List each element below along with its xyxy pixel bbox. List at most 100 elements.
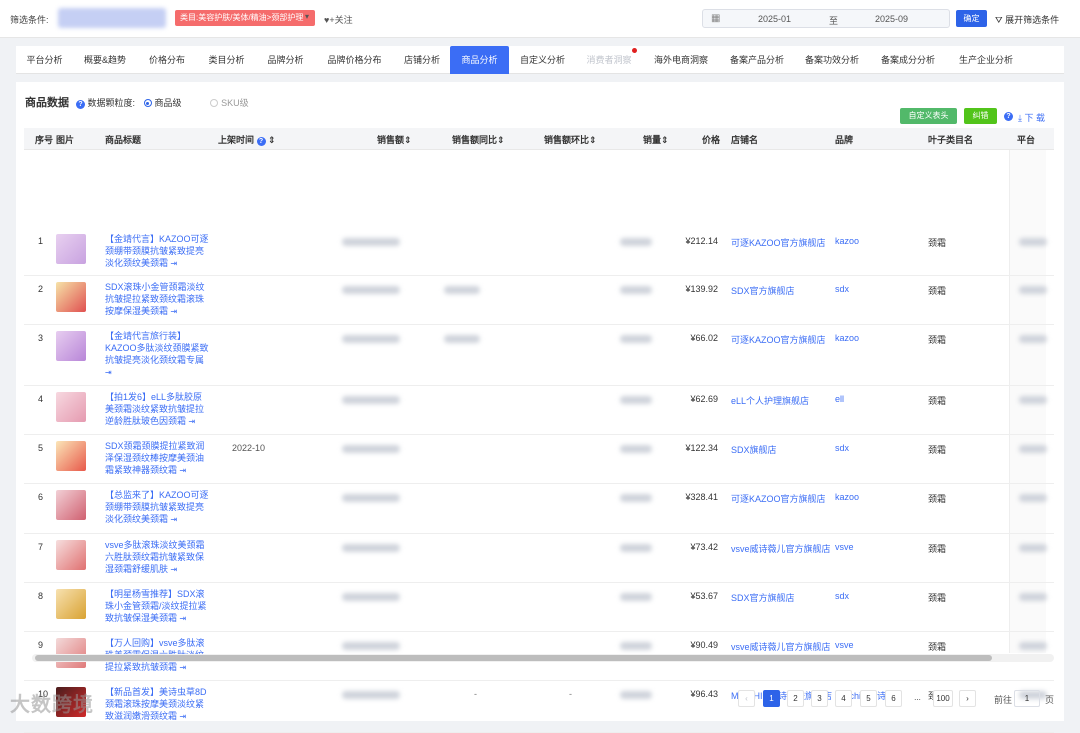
product-image[interactable] <box>56 331 86 361</box>
brand-link[interactable]: kazoo <box>835 492 859 502</box>
tab-platform[interactable]: 平台分析 <box>16 46 73 74</box>
tab-brand-price[interactable]: 品牌价格分布 <box>315 46 394 74</box>
tab-overseas[interactable]: 海外电商洞察 <box>642 46 720 74</box>
page-ellipsis[interactable]: ... <box>909 690 926 707</box>
col-brand: 品牌 <box>835 135 854 145</box>
external-link-icon[interactable]: ⇥ <box>180 712 187 721</box>
product-image[interactable] <box>56 282 86 312</box>
scrollbar-thumb[interactable] <box>35 655 992 661</box>
tab-manufacturer[interactable]: 生产企业分析 <box>946 46 1026 74</box>
leaf-category: 颈霜 <box>928 335 947 345</box>
error-report-button[interactable]: 纠错 <box>964 108 997 124</box>
shop-link[interactable]: vsve威诗薇儿官方旗舰店 <box>731 542 831 555</box>
download-button[interactable]: ⤓ 下 载 <box>1018 111 1045 124</box>
shop-link[interactable]: 可逐KAZOO官方旗舰店 <box>731 236 826 249</box>
external-link-icon[interactable]: ⇥ <box>171 565 178 574</box>
radio-sku-level[interactable]: SKU级 <box>210 98 249 108</box>
date-to[interactable]: 2025-09 <box>875 14 908 24</box>
external-link-icon[interactable]: ⇥ <box>180 466 187 475</box>
shop-link[interactable]: SDX旗舰店 <box>731 443 777 456</box>
external-link-icon[interactable]: ⇥ <box>171 515 178 524</box>
product-title-link[interactable]: 【金靖代言】KAZOO可逐颈绷带颈膜抗皱紧致提亮淡化颈纹美颈霜 ⇥ <box>105 233 209 270</box>
brand-link[interactable]: sdx <box>835 591 849 601</box>
product-image[interactable] <box>56 540 86 570</box>
col-yoy[interactable]: 销售额同比⇕ <box>452 133 505 146</box>
category-tag[interactable]: 类目:美容护肤/美体/精油>颈部护理 <box>175 10 315 26</box>
col-sales[interactable]: 销售额⇕ <box>377 133 412 146</box>
shop-link[interactable]: vsve威诗薇儿官方旗舰店 <box>731 640 831 653</box>
date-range-picker[interactable]: ▦ 2025-01 至 2025-09 <box>702 9 950 28</box>
tab-brand[interactable]: 品牌分析 <box>256 46 315 74</box>
volume-value-blurred <box>620 593 652 601</box>
col-ontime[interactable]: 上架时间 ? ⇕ <box>218 133 276 146</box>
leaf-category: 颈霜 <box>928 593 947 603</box>
product-title-link[interactable]: 【明星杨雪推荐】SDX滚珠小金管颈霜/淡纹提拉紧致抗皱保湿美颈霜 ⇥ <box>105 588 209 625</box>
product-image[interactable] <box>56 392 86 422</box>
next-page-button[interactable]: › <box>959 690 976 707</box>
brand-link[interactable]: vsve <box>835 542 854 552</box>
product-image[interactable] <box>56 589 86 619</box>
product-image[interactable] <box>56 234 86 264</box>
external-link-icon[interactable]: ⇥ <box>171 259 178 268</box>
tab-category[interactable]: 类目分析 <box>197 46 256 74</box>
page-4[interactable]: 4 <box>835 690 852 707</box>
follow-button[interactable]: ♥+关注 <box>324 13 353 26</box>
tab-filing-product[interactable]: 备案产品分析 <box>720 46 794 74</box>
page-100[interactable]: 100 <box>933 690 953 707</box>
external-link-icon[interactable]: ⇥ <box>189 417 196 426</box>
col-volume[interactable]: 销量⇕ <box>643 133 669 146</box>
brand-link[interactable]: kazoo <box>835 333 859 343</box>
expand-filters-button[interactable]: ⛛ 展开筛选条件 <box>995 13 1059 26</box>
date-from[interactable]: 2025-01 <box>758 14 791 24</box>
brand-link[interactable]: ell <box>835 394 844 404</box>
volume-value-blurred <box>620 642 652 650</box>
external-link-icon[interactable]: ⇥ <box>105 368 112 377</box>
help-icon[interactable]: ? <box>1004 112 1013 121</box>
product-title-link[interactable]: 【金靖代言旅行装】KAZOO多肽淡纹颈膜紧致抗皱提亮淡化颈纹霜专属 ⇥ <box>105 330 209 379</box>
tab-filing-efficacy[interactable]: 备案功效分析 <box>794 46 870 74</box>
horizontal-scrollbar[interactable] <box>32 654 1054 662</box>
shop-link[interactable]: eLL个人护理旗舰店 <box>731 394 809 407</box>
product-title-link[interactable]: 【拍1发6】eLL多肽胶原美颈霜淡纹紧致抗皱提拉逆龄胜肽玻色因颈霜 ⇥ <box>105 391 209 428</box>
brand-link[interactable]: kazoo <box>835 236 859 246</box>
page-1[interactable]: 1 <box>763 690 780 707</box>
product-title-link[interactable]: 【新品首发】美诗虫草8D颈霜滚珠按摩美颈淡纹紧致滋润嫩滑颈纹霜 ⇥ <box>105 686 209 723</box>
page-2[interactable]: 2 <box>787 690 804 707</box>
shop-link[interactable]: SDX官方旗舰店 <box>731 591 795 604</box>
radio-item-level[interactable]: 商品级 <box>143 98 182 108</box>
tab-overview[interactable]: 概要&趋势 <box>73 46 137 74</box>
external-link-icon[interactable]: ⇥ <box>180 614 187 623</box>
help-icon[interactable]: ? <box>76 100 85 109</box>
chevron-down-icon[interactable]: ▾ <box>305 12 309 21</box>
tab-shop[interactable]: 店铺分析 <box>394 46 450 74</box>
page-5[interactable]: 5 <box>860 690 877 707</box>
tab-price-dist[interactable]: 价格分布 <box>137 46 197 74</box>
product-title-link[interactable]: SDX颈霜颈膜提拉紧致润泽保湿颈纹棒按摩美颈油霜紧致神器颈纹霜 ⇥ <box>105 440 209 477</box>
tab-product[interactable]: 商品分析 <box>450 46 509 74</box>
shop-select[interactable] <box>58 8 166 28</box>
product-image[interactable] <box>56 490 86 520</box>
tab-filing-ingredient[interactable]: 备案成分分析 <box>870 46 946 74</box>
custom-header-button[interactable]: 自定义表头 <box>900 108 957 124</box>
external-link-icon[interactable]: ⇥ <box>171 307 178 316</box>
page-6[interactable]: 6 <box>885 690 902 707</box>
goto-page-input[interactable]: 1 <box>1014 690 1040 707</box>
product-image[interactable] <box>56 638 86 668</box>
external-link-icon[interactable]: ⇥ <box>180 663 187 672</box>
product-title-link[interactable]: SDX滚珠小金管颈霜淡纹抗皱提拉紧致颈纹霜滚珠按摩保湿美颈霜 ⇥ <box>105 281 209 318</box>
page-3[interactable]: 3 <box>811 690 828 707</box>
help-icon[interactable]: ? <box>256 137 266 146</box>
product-image[interactable] <box>56 441 86 471</box>
brand-link[interactable]: vsve <box>835 640 854 650</box>
col-mom[interactable]: 销售额环比⇕ <box>544 133 597 146</box>
shop-link[interactable]: 可逐KAZOO官方旗舰店 <box>731 492 826 505</box>
brand-link[interactable]: sdx <box>835 284 849 294</box>
brand-link[interactable]: sdx <box>835 443 849 453</box>
product-title-link[interactable]: vsve多肽滚珠淡纹美颈霜六胜肽颈纹霜抗皱紧致保湿颈霜舒缓肌肤 ⇥ <box>105 539 209 576</box>
confirm-button[interactable]: 确定 <box>956 10 987 27</box>
tab-custom[interactable]: 自定义分析 <box>509 46 576 74</box>
prev-page-button[interactable]: ‹ <box>738 690 755 707</box>
product-title-link[interactable]: 【总监来了】KAZOO可逐颈绷带颈膜抗皱紧致提亮淡化颈纹美颈霜 ⇥ <box>105 489 209 526</box>
shop-link[interactable]: 可逐KAZOO官方旗舰店 <box>731 333 826 346</box>
shop-link[interactable]: SDX官方旗舰店 <box>731 284 795 297</box>
